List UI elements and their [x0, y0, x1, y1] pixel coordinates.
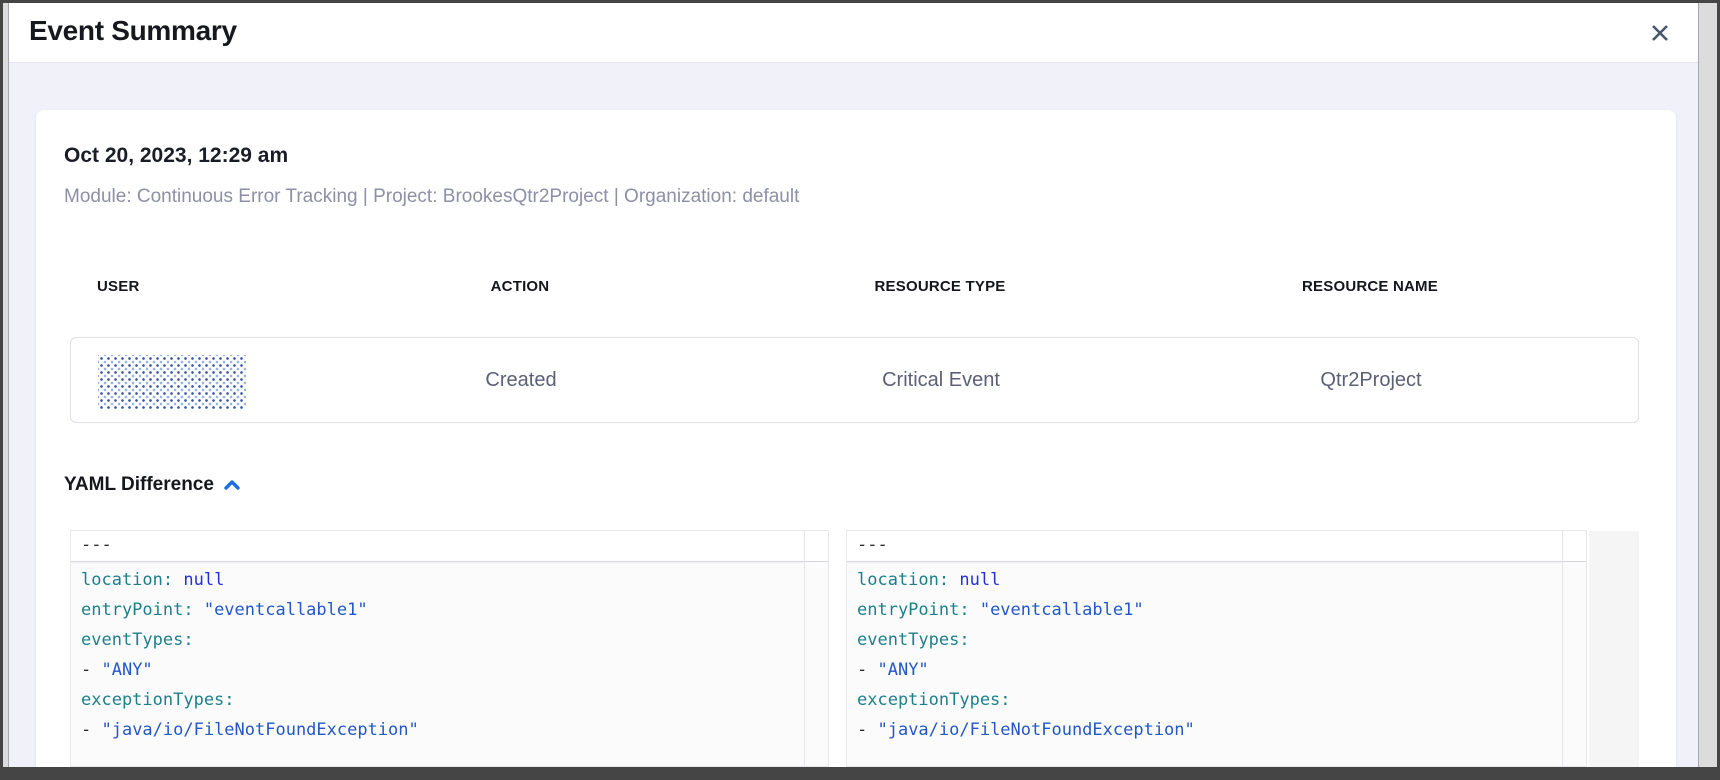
code-line: location: null — [857, 565, 1552, 595]
code-block: location: nullentryPoint: "eventcallable… — [847, 562, 1562, 745]
panel-scrollbar[interactable] — [804, 531, 828, 766]
modal-body: Oct 20, 2023, 12:29 am Module: Continuou… — [9, 63, 1698, 767]
yaml-panel-before: --- location: nullentryPoint: "eventcall… — [70, 530, 829, 767]
event-summary-window: Event Summary Oct 20, 2023, 12:29 am Mod… — [0, 0, 1720, 780]
code-line: - "java/io/FileNotFoundException" — [81, 715, 794, 745]
code-line: exceptionTypes: — [857, 685, 1552, 715]
yaml-panel-after: --- location: nullentryPoint: "eventcall… — [846, 530, 1587, 767]
code-column: --- location: nullentryPoint: "eventcall… — [847, 531, 1562, 766]
redacted-user-name — [98, 355, 246, 409]
column-header-resource-name: RESOURCE NAME — [1160, 278, 1580, 295]
yaml-doc-separator: --- — [71, 531, 804, 562]
table-header-row: USER ACTION RESOURCE TYPE RESOURCE NAME — [70, 278, 1639, 295]
code-line: entryPoint: "eventcallable1" — [857, 595, 1552, 625]
yaml-difference-toggle[interactable]: YAML Difference — [64, 474, 241, 496]
close-icon — [1650, 23, 1670, 43]
code-line: location: null — [81, 565, 794, 595]
resource-name-cell: Qtr2Project — [1161, 369, 1581, 392]
table-row: Created Critical Event Qtr2Project — [70, 337, 1639, 423]
page-title: Event Summary — [29, 15, 237, 47]
code-line: eventTypes: — [857, 625, 1552, 655]
diff-vertical-scrollbar[interactable] — [1589, 531, 1639, 767]
chevron-up-icon — [223, 479, 241, 491]
code-block: location: nullentryPoint: "eventcallable… — [71, 562, 804, 745]
yaml-difference-label: YAML Difference — [64, 474, 214, 496]
code-line: - "ANY" — [857, 655, 1552, 685]
panel-scrollbar[interactable] — [1562, 531, 1586, 766]
user-cell — [71, 351, 321, 409]
event-timestamp: Oct 20, 2023, 12:29 am — [64, 144, 288, 168]
code-line: - "java/io/FileNotFoundException" — [857, 715, 1552, 745]
column-header-resource-type: RESOURCE TYPE — [720, 278, 1160, 295]
column-header-user: USER — [70, 278, 320, 295]
close-button[interactable] — [1646, 19, 1674, 47]
modal-header: Event Summary — [9, 3, 1698, 63]
code-line: eventTypes: — [81, 625, 794, 655]
code-column: --- location: nullentryPoint: "eventcall… — [71, 531, 804, 766]
code-line: entryPoint: "eventcallable1" — [81, 595, 794, 625]
event-meta: Module: Continuous Error Tracking | Proj… — [64, 186, 799, 208]
action-cell: Created — [321, 369, 721, 392]
event-summary-modal: Event Summary Oct 20, 2023, 12:29 am Mod… — [8, 3, 1699, 767]
column-header-action: ACTION — [320, 278, 720, 295]
resource-type-cell: Critical Event — [721, 369, 1161, 392]
scrollbar-top-cap — [805, 531, 828, 562]
code-line: - "ANY" — [81, 655, 794, 685]
code-line: exceptionTypes: — [81, 685, 794, 715]
yaml-doc-separator: --- — [847, 531, 1562, 562]
event-card: Oct 20, 2023, 12:29 am Module: Continuou… — [36, 110, 1676, 767]
scrollbar-top-cap — [1563, 531, 1586, 562]
